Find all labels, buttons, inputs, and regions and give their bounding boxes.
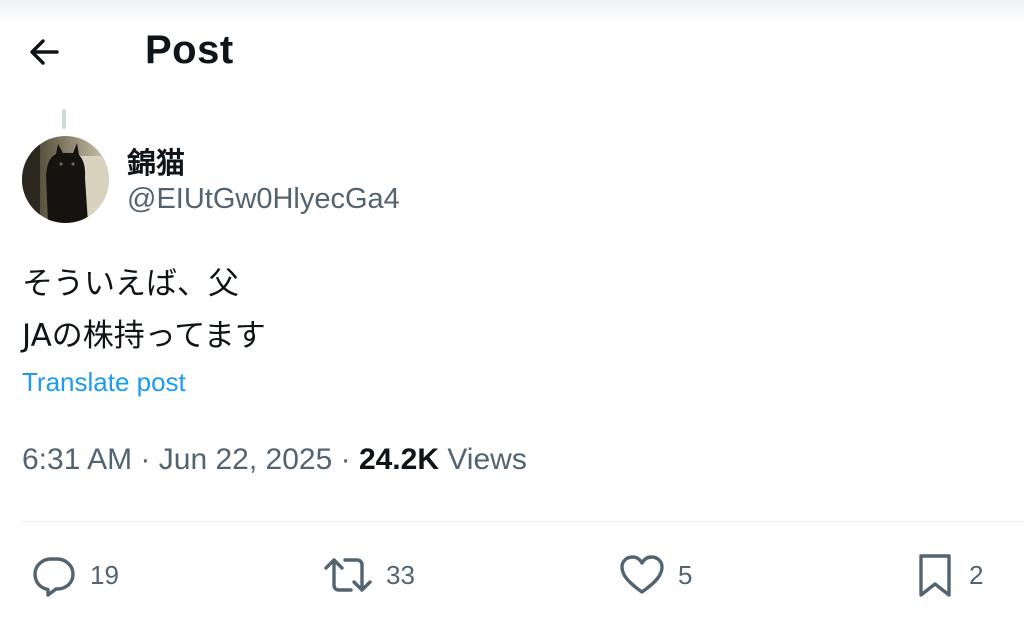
reply-button[interactable]: 19	[30, 551, 119, 599]
divider	[22, 521, 1024, 522]
reply-count: 19	[90, 559, 119, 590]
bookmark-icon	[913, 551, 957, 599]
bookmark-button[interactable]: 2	[913, 551, 983, 599]
like-count: 5	[678, 559, 693, 590]
page-title: Post	[145, 28, 234, 72]
repost-icon	[322, 551, 374, 599]
arrow-left-icon	[24, 32, 64, 77]
meta-separator: ·	[140, 443, 151, 476]
bookmark-count: 2	[969, 559, 984, 590]
author-handle[interactable]: @EIUtGw0HlyecGa4	[127, 183, 400, 216]
author-display-name[interactable]: 錦猫	[127, 140, 185, 182]
avatar-image	[22, 136, 109, 223]
post-date[interactable]: Jun 22, 2025	[159, 443, 332, 476]
post-text-line: そういえば、父	[22, 266, 239, 302]
views-label: Views	[447, 443, 527, 476]
header: Post	[0, 22, 1024, 84]
status-bar-fade	[0, 0, 1024, 22]
post-text: そういえば、父 JAの株持ってます	[22, 258, 266, 362]
reply-icon	[30, 551, 78, 599]
post-metadata: 6:31 AM · Jun 22, 2025 · 24.2K Views	[22, 443, 527, 477]
repost-count: 33	[386, 559, 415, 590]
post-text-line: JAの株持ってます	[22, 318, 266, 354]
heart-icon	[618, 551, 666, 599]
like-button[interactable]: 5	[618, 551, 692, 599]
translate-post-link[interactable]: Translate post	[22, 367, 186, 398]
thread-connector-line	[62, 109, 66, 129]
back-button[interactable]	[20, 34, 68, 74]
post-time[interactable]: 6:31 AM	[22, 443, 132, 476]
avatar[interactable]	[22, 136, 109, 223]
views-count: 24.2K	[358, 443, 439, 476]
repost-button[interactable]: 33	[322, 551, 415, 599]
meta-separator: ·	[340, 443, 351, 476]
